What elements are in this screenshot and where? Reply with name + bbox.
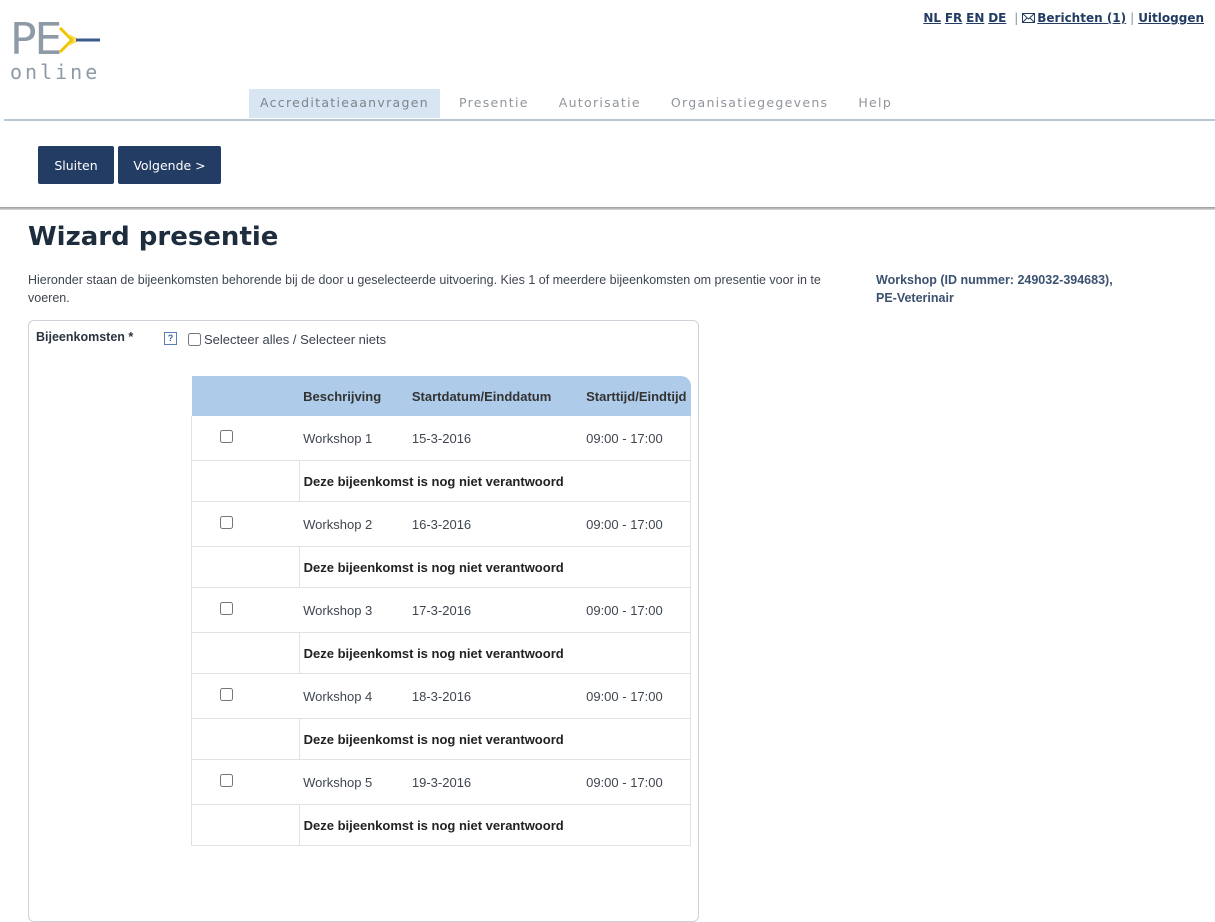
row-time: 09:00 - 17:00 — [582, 587, 692, 633]
row-time: 09:00 - 17:00 — [582, 501, 692, 547]
separator: | — [1130, 11, 1135, 25]
separator: | — [1014, 11, 1019, 25]
row-note: Deze bijeenkomst is nog niet verantwoord — [298, 632, 692, 674]
row-date: 16-3-2016 — [411, 516, 472, 532]
lang-de-link[interactable]: DE — [988, 11, 1006, 25]
next-button[interactable]: Volgende > — [118, 146, 221, 184]
workshop-info-line2: PE-Veterinair — [876, 291, 954, 305]
note-spacer — [191, 460, 300, 502]
row-checkbox[interactable] — [220, 430, 233, 443]
row-checkbox[interactable] — [220, 516, 233, 529]
lang-fr-link[interactable]: FR — [945, 11, 962, 25]
row-checkbox-cell — [191, 673, 300, 719]
header-time: Starttijd/Eindtijd — [582, 376, 691, 416]
row-description: Workshop 1 — [303, 430, 373, 446]
row-note: Deze bijeenkomst is nog niet verantwoord — [298, 718, 692, 760]
page-title: Wizard presentie — [28, 222, 279, 252]
workshop-info-line1: Workshop (ID nummer: 249032-394683), — [876, 273, 1113, 287]
row-checkbox[interactable] — [220, 774, 233, 787]
row-note: Deze bijeenkomst is nog niet verantwoord — [298, 804, 692, 846]
table-note-row: Deze bijeenkomst is nog niet verantwoord — [191, 632, 692, 674]
header-description: Beschrijving — [299, 376, 408, 416]
main-nav: Accreditatieaanvragen Presentie Autorisa… — [249, 89, 911, 121]
row-date: 19-3-2016 — [411, 774, 472, 790]
row-description: Workshop 4 — [303, 688, 373, 704]
tab-presentie[interactable]: Presentie — [448, 89, 540, 118]
table-note-row: Deze bijeenkomst is nog niet verantwoord — [191, 546, 692, 588]
intro-text: Hieronder staan de bijeenkomsten behoren… — [28, 273, 821, 305]
select-all-label: Selecteer alles / Selecteer niets — [204, 332, 387, 347]
row-checkbox[interactable] — [220, 688, 233, 701]
row-date: 17-3-2016 — [411, 602, 472, 618]
table-row: Workshop 3 17-3-2016 09:00 - 17:00 — [191, 587, 692, 633]
row-checkbox-cell — [191, 587, 300, 633]
table-note-row: Deze bijeenkomst is nog niet verantwoord — [191, 718, 692, 760]
table-row: Workshop 5 19-3-2016 09:00 - 17:00 — [191, 759, 692, 805]
row-date: 18-3-2016 — [411, 688, 472, 704]
note-spacer — [191, 546, 300, 588]
logo-pe-text: PE — [10, 14, 62, 65]
header-checkbox-col — [191, 376, 300, 416]
toolbar-divider — [0, 207, 1215, 210]
table-header-row: Beschrijving Startdatum/Einddatum Startt… — [191, 376, 691, 416]
row-time: 09:00 - 17:00 — [582, 759, 692, 805]
table-note-row: Deze bijeenkomst is nog niet verantwoord — [191, 804, 692, 846]
field-label-text: Bijeenkomsten — [36, 330, 125, 344]
row-checkbox-cell — [191, 759, 300, 805]
row-description: Workshop 5 — [303, 774, 373, 790]
messages-link-wrap[interactable]: Berichten (1) — [1022, 11, 1126, 25]
top-links: NL FR EN DE | Berichten (1) | Uitloggen — [923, 11, 1204, 25]
messages-link[interactable]: Berichten (1) — [1037, 11, 1126, 25]
nav-divider — [4, 119, 1215, 121]
row-time: 09:00 - 17:00 — [582, 673, 692, 719]
note-spacer — [191, 632, 300, 674]
help-icon[interactable]: ? — [164, 332, 177, 345]
logout-link[interactable]: Uitloggen — [1138, 11, 1204, 25]
row-description: Workshop 2 — [303, 516, 373, 532]
select-all-toggle[interactable]: Selecteer alles / Selecteer niets — [188, 332, 386, 347]
row-time: 09:00 - 17:00 — [582, 416, 692, 461]
row-note: Deze bijeenkomst is nog niet verantwoord — [298, 546, 692, 588]
row-checkbox-cell — [191, 501, 300, 547]
required-mark: * — [128, 330, 134, 344]
header-date: Startdatum/Einddatum — [407, 376, 583, 416]
lang-nl-link[interactable]: NL — [923, 11, 941, 25]
select-all-checkbox[interactable] — [188, 333, 201, 346]
table-row: Workshop 4 18-3-2016 09:00 - 17:00 — [191, 673, 692, 719]
field-label: Bijeenkomsten * — [36, 330, 133, 344]
table-note-row: Deze bijeenkomst is nog niet verantwoord — [191, 460, 692, 502]
table-row: Workshop 1 15-3-2016 09:00 - 17:00 — [191, 416, 692, 461]
row-checkbox[interactable] — [220, 602, 233, 615]
mail-icon — [1022, 13, 1036, 23]
row-checkbox-cell — [191, 416, 300, 461]
logo-online-text: online — [10, 60, 101, 84]
tab-organisatiegegevens[interactable]: Organisatiegegevens — [660, 89, 839, 118]
workshop-info: Workshop (ID nummer: 249032-394683), PE-… — [876, 271, 1206, 307]
tab-accreditatieaanvragen[interactable]: Accreditatieaanvragen — [249, 89, 440, 118]
lang-en-link[interactable]: EN — [966, 11, 984, 25]
row-description: Workshop 3 — [303, 602, 373, 618]
table-row: Workshop 2 16-3-2016 09:00 - 17:00 — [191, 501, 692, 547]
sessions-table: Beschrijving Startdatum/Einddatum Startt… — [191, 376, 692, 846]
row-date: 15-3-2016 — [411, 430, 472, 446]
logo-arrow-icon — [58, 26, 100, 54]
close-button[interactable]: Sluiten — [38, 146, 114, 184]
note-spacer — [191, 804, 300, 846]
note-spacer — [191, 718, 300, 760]
pe-online-logo[interactable]: PE online — [6, 18, 106, 88]
tab-help[interactable]: Help — [847, 89, 903, 118]
row-note: Deze bijeenkomst is nog niet verantwoord — [298, 460, 692, 502]
tab-autorisatie[interactable]: Autorisatie — [548, 89, 652, 118]
